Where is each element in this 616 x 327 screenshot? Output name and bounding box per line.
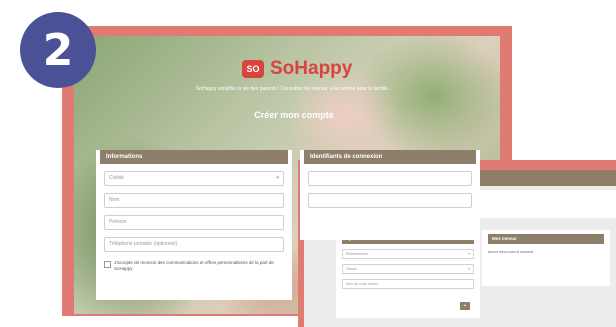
sohappy-logo: SO SoHappy (242, 58, 352, 80)
nom-field[interactable]: Nom (104, 193, 284, 208)
step-badge: 2 (20, 12, 96, 88)
chevron-down-icon: ▾ (276, 175, 279, 181)
nom-placeholder: Nom (109, 197, 120, 203)
tagline: SoHappy simplifie la vie des parents ! C… (195, 86, 393, 92)
prenom-field[interactable]: Prénom (104, 215, 284, 230)
consent-label: J'accepte de recevoir des communications… (114, 260, 274, 271)
consent-row: J'accepte de recevoir des communications… (104, 260, 284, 272)
add-menu-panel: Ajouter un menu Établissement ▾ Classe ▾… (336, 230, 480, 318)
civilite-placeholder: Civilité (109, 175, 124, 181)
add-menu-button[interactable]: + (460, 302, 470, 310)
telephone-placeholder: Téléphone portable (optionnel) (109, 241, 178, 247)
login-card: Identifiants de connexion (300, 150, 480, 240)
informations-header: Informations (100, 150, 288, 164)
login-field-1[interactable] (308, 171, 472, 186)
classe-placeholder: Classe (346, 267, 357, 271)
consent-checkbox[interactable] (104, 261, 111, 268)
page-title: Créer mon compte (254, 110, 334, 120)
informations-card: Informations Civilité ▾ Nom Prénom Télép… (96, 150, 292, 300)
login-field-2[interactable] (308, 193, 472, 208)
etablissement-placeholder: Établissement (346, 252, 368, 256)
login-header: Identifiants de connexion (304, 150, 476, 164)
civilite-select[interactable]: Civilité ▾ (104, 171, 284, 186)
brand-name: SoHappy (270, 58, 353, 79)
etablissement-select[interactable]: Établissement ▾ (342, 249, 474, 259)
chevron-down-icon: ▾ (468, 267, 470, 271)
my-menus-panel: Mes menus Aucun menu pour le moment (482, 230, 610, 286)
enfant-name-field[interactable]: Nom de votre enfant (342, 279, 474, 289)
logo-mark: SO (242, 60, 264, 78)
prenom-placeholder: Prénom (109, 219, 127, 225)
telephone-field[interactable]: Téléphone portable (optionnel) (104, 237, 284, 252)
chevron-down-icon: ▾ (468, 252, 470, 256)
my-menus-header: Mes menus (488, 234, 604, 244)
enfant-name-placeholder: Nom de votre enfant (346, 282, 378, 286)
empty-state-text: Aucun menu pour le moment (488, 250, 533, 254)
classe-select[interactable]: Classe ▾ (342, 264, 474, 274)
